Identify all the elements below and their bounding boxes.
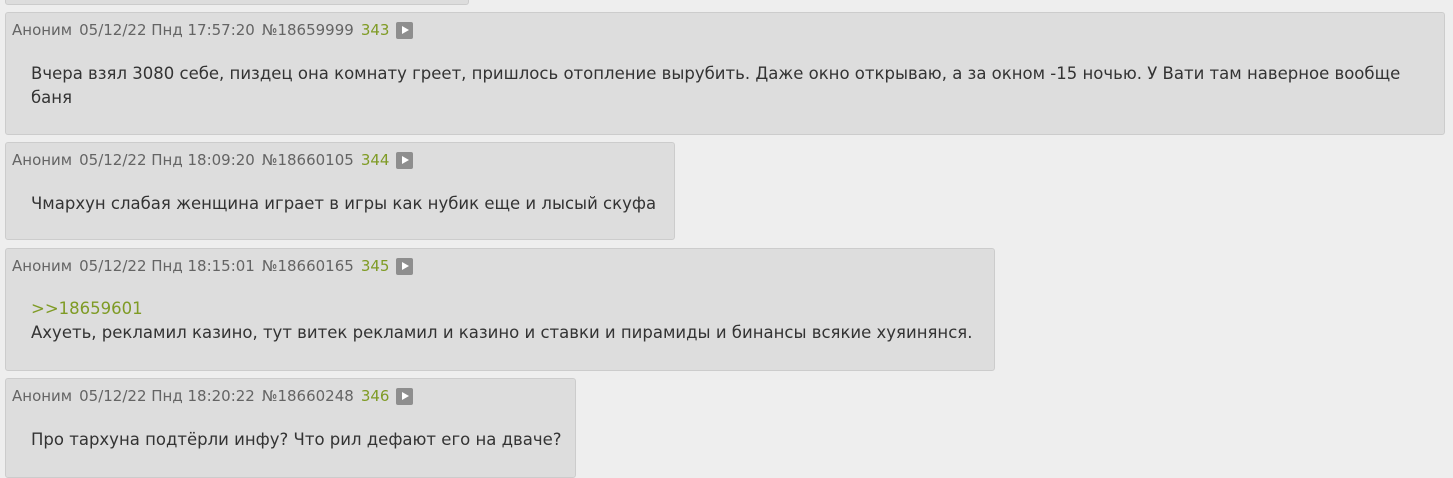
reply-play-icon[interactable] <box>396 21 414 39</box>
post-header: Аноним 05/12/22 Пнд 17:57:20 №18659999 3… <box>12 21 420 39</box>
post-message: Про тархуна подтёрли инфу? Что рил дефаю… <box>31 428 562 452</box>
post-author: Аноним <box>12 151 73 169</box>
reply-link[interactable]: >>18659601 <box>31 297 972 321</box>
post-number: 343 <box>360 21 390 39</box>
post-id-link[interactable]: №18660165 <box>262 257 354 275</box>
post-344: Аноним 05/12/22 Пнд 18:09:20 №18660105 3… <box>5 142 675 240</box>
post-message: >>18659601 Ахуеть, рекламил казино, тут … <box>31 297 972 345</box>
post-id-link[interactable]: №18660248 <box>262 387 354 405</box>
post-id-link[interactable]: №18660105 <box>262 151 354 169</box>
post-346: Аноним 05/12/22 Пнд 18:20:22 №18660248 3… <box>5 378 576 478</box>
post-date: 05/12/22 Пнд 18:09:20 <box>79 151 255 169</box>
post-text-line: Про тархуна подтёрли инфу? Что рил дефаю… <box>31 430 562 449</box>
post-header: Аноним 05/12/22 Пнд 18:20:22 №18660248 3… <box>12 387 420 405</box>
post-text-line: Ахуеть, рекламил казино, тут витек рекла… <box>31 323 973 342</box>
post-number: 346 <box>360 387 390 405</box>
post-author: Аноним <box>12 21 73 39</box>
reply-play-icon[interactable] <box>396 151 414 169</box>
post-author: Аноним <box>12 257 73 275</box>
post-343: Аноним 05/12/22 Пнд 17:57:20 №18659999 3… <box>5 12 1445 135</box>
post-number: 344 <box>360 151 390 169</box>
post-date: 05/12/22 Пнд 17:57:20 <box>79 21 255 39</box>
post-text-line: Чмархун слабая женщина играет в игры как… <box>31 194 657 213</box>
previous-post-edge <box>5 0 469 5</box>
post-date: 05/12/22 Пнд 18:15:01 <box>79 257 255 275</box>
post-text-line: баня <box>31 88 73 107</box>
post-message: Вчера взял 3080 себе, пиздец она комнату… <box>31 62 1400 110</box>
post-header: Аноним 05/12/22 Пнд 18:15:01 №18660165 3… <box>12 257 420 275</box>
post-text-line: Вчера взял 3080 себе, пиздец она комнату… <box>31 64 1401 83</box>
post-345: Аноним 05/12/22 Пнд 18:15:01 №18660165 3… <box>5 248 995 371</box>
post-header: Аноним 05/12/22 Пнд 18:09:20 №18660105 3… <box>12 151 420 169</box>
post-author: Аноним <box>12 387 73 405</box>
reply-play-icon[interactable] <box>396 257 414 275</box>
post-id-link[interactable]: №18659999 <box>262 21 354 39</box>
reply-play-icon[interactable] <box>396 387 414 405</box>
post-date: 05/12/22 Пнд 18:20:22 <box>79 387 255 405</box>
post-number: 345 <box>360 257 390 275</box>
post-message: Чмархун слабая женщина играет в игры как… <box>31 192 656 216</box>
